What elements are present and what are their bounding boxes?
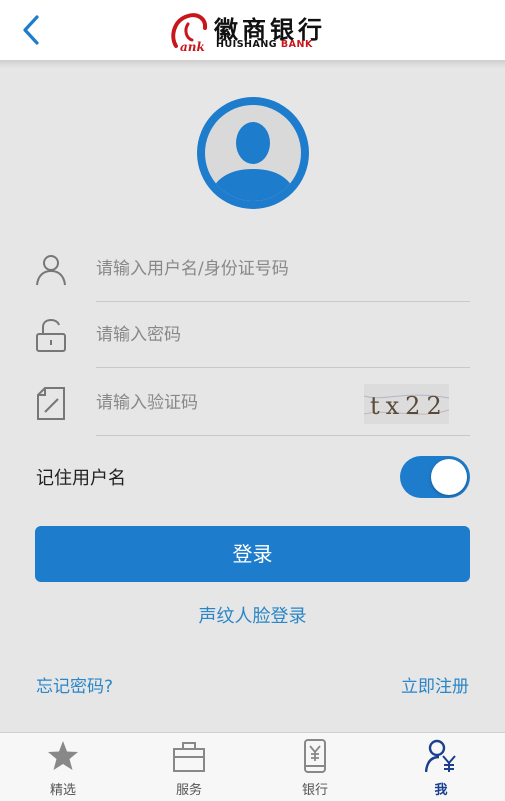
edit-document-icon: [37, 387, 65, 420]
tab-featured[interactable]: 精选: [0, 733, 126, 801]
bank-logo: ank 徽商银行 HUISHANG BANK: [168, 8, 340, 54]
captcha-text: tx22s: [370, 392, 449, 420]
voice-face-login-link[interactable]: 声纹人脸登录: [0, 602, 505, 628]
bank-name-en-main: HUISHANG: [216, 39, 278, 50]
captcha-field[interactable]: 请输入验证码 tx22s: [0, 370, 505, 436]
password-field[interactable]: 请输入密码: [0, 302, 505, 368]
header-shadow: [0, 60, 505, 68]
tab-label: 银行: [301, 783, 328, 798]
lock-icon: [36, 318, 66, 352]
tab-label: 精选: [49, 783, 76, 798]
logo-mark-text: ank: [180, 40, 205, 52]
back-button[interactable]: [18, 14, 46, 46]
tab-me[interactable]: 我: [378, 733, 504, 801]
top-bar: ank 徽商银行 HUISHANG BANK: [0, 0, 505, 60]
user-icon: [36, 255, 66, 286]
bank-name-en-red: BANK: [280, 39, 313, 50]
user-avatar-icon: [197, 97, 309, 209]
captcha-image[interactable]: tx22s: [363, 384, 460, 424]
toggle-knob: [431, 459, 467, 495]
chevron-left-icon: [23, 15, 39, 45]
star-icon: [48, 741, 78, 770]
tab-bank[interactable]: 银行: [252, 733, 378, 801]
tab-label: 服务: [175, 783, 202, 798]
username-field[interactable]: 请输入用户名/身份证号码: [0, 236, 505, 302]
register-link[interactable]: 立即注册: [401, 672, 469, 697]
password-underline: [96, 367, 470, 368]
login-button[interactable]: 登录: [35, 526, 470, 582]
tab-services[interactable]: 服务: [126, 733, 252, 801]
user-yuan-icon: [425, 739, 456, 773]
bottom-tab-bar: 精选 服务 银行 我: [0, 732, 505, 801]
bank-logo-mark-icon: ank: [171, 13, 208, 52]
phone-yuan-icon: [304, 739, 326, 773]
username-input[interactable]: 请输入用户名/身份证号码: [96, 236, 289, 302]
captcha-underline: [96, 435, 470, 436]
forgot-password-link[interactable]: 忘记密码?: [36, 672, 113, 697]
remember-username-toggle[interactable]: [400, 456, 470, 498]
briefcase-icon: [173, 742, 205, 772]
password-input[interactable]: 请输入密码: [96, 302, 181, 368]
bank-name-en: HUISHANG BANK: [216, 39, 313, 50]
tab-label: 我: [434, 783, 448, 798]
remember-username-label: 记住用户名: [36, 468, 126, 489]
captcha-input[interactable]: 请输入验证码: [96, 370, 198, 436]
avatar: [197, 97, 309, 209]
captcha-graphic: tx22s: [363, 384, 460, 424]
